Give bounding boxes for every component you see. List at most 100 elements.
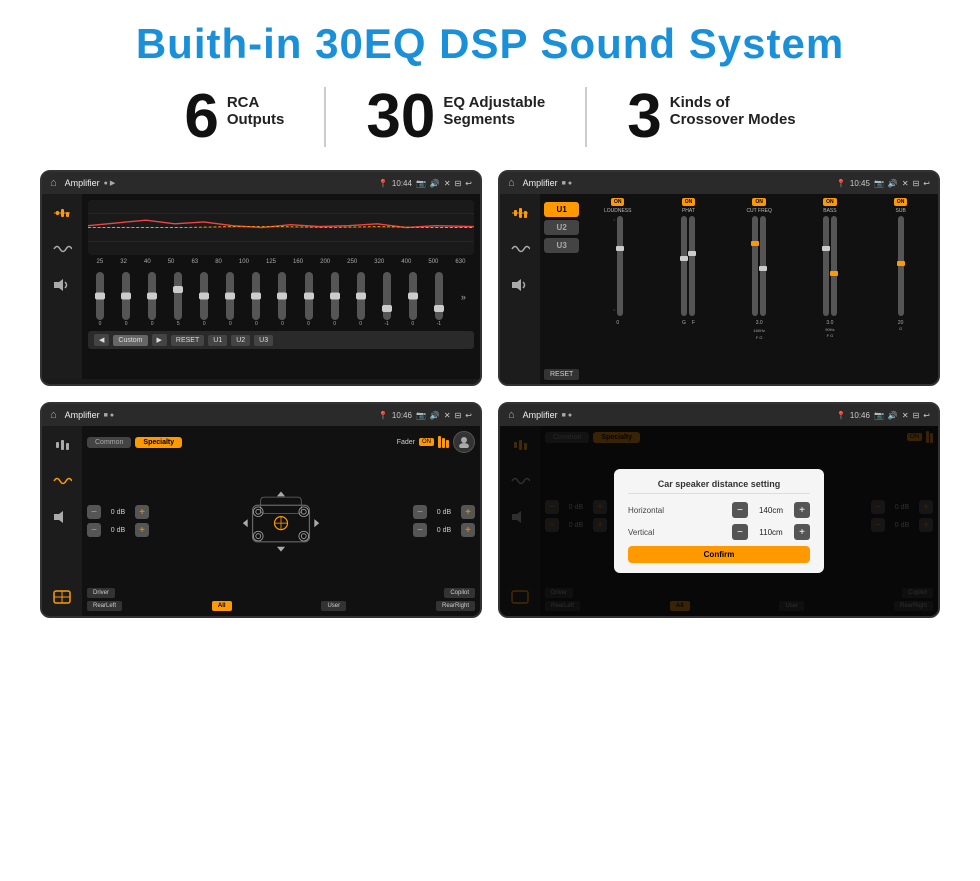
loudness-track[interactable]: [617, 216, 623, 316]
screen-content-3: Common Specialty Fader ON: [42, 426, 480, 616]
u1-btn[interactable]: U1: [208, 335, 227, 346]
slider-2[interactable]: 0: [122, 272, 130, 327]
specialty-tab[interactable]: Specialty: [135, 437, 182, 448]
play-btn[interactable]: ▶: [152, 334, 167, 346]
vol-plus-4[interactable]: +: [461, 523, 475, 537]
eq-icon[interactable]: [48, 202, 76, 224]
bass-on[interactable]: ON: [823, 198, 837, 206]
sub-thumb-1[interactable]: [897, 261, 905, 266]
u1-preset[interactable]: U1: [544, 202, 579, 217]
rearright-btn[interactable]: RearRight: [436, 601, 475, 611]
status-right-1: 📍 10:44 📷 🔊 ✕ ⊟ ↩: [378, 179, 472, 188]
vertical-minus[interactable]: −: [732, 524, 748, 540]
reset-btn-2[interactable]: RESET: [544, 369, 579, 380]
cutfreq-track-2[interactable]: [760, 216, 766, 316]
person-icon[interactable]: [453, 431, 475, 453]
eq-icon-2[interactable]: [506, 202, 534, 224]
speaker-icon-2[interactable]: [506, 274, 534, 296]
vol-minus-4[interactable]: −: [413, 523, 427, 537]
common-tab[interactable]: Common: [87, 437, 131, 448]
loudness-on[interactable]: ON: [611, 198, 625, 206]
fader-top: Common Specialty Fader ON: [87, 431, 475, 453]
vertical-plus[interactable]: +: [794, 524, 810, 540]
stat-rca-line1: RCA: [227, 94, 285, 111]
phat-on[interactable]: ON: [682, 198, 696, 206]
slider-1[interactable]: 0: [96, 272, 104, 327]
u3-preset[interactable]: U3: [544, 238, 579, 253]
slider-8[interactable]: 0: [278, 272, 286, 327]
vol-plus-1[interactable]: +: [135, 505, 149, 519]
phat-track-2[interactable]: [689, 216, 695, 316]
time-3: 10:46: [392, 411, 412, 420]
fader-content: − 0 dB + − 0 dB +: [87, 458, 475, 584]
phat-track-1[interactable]: [681, 216, 687, 316]
cutfreq-thumb-1[interactable]: [751, 241, 759, 246]
stat-crossover-number: 3: [627, 86, 661, 148]
u3-btn[interactable]: U3: [254, 335, 273, 346]
prev-btn[interactable]: ◀: [94, 334, 109, 346]
user-btn[interactable]: User: [321, 601, 346, 611]
app-title-3: Amplifier: [65, 410, 100, 420]
cutfreq-thumb-2[interactable]: [759, 266, 767, 271]
phat-thumb-2[interactable]: [688, 251, 696, 256]
stat-crossover: 3 Kinds of Crossover Modes: [587, 86, 835, 148]
rearleft-btn[interactable]: RearLeft: [87, 601, 122, 611]
wave-icon-2[interactable]: [506, 238, 534, 260]
slider-6[interactable]: 0: [226, 272, 234, 327]
slider-13[interactable]: 0: [409, 272, 417, 327]
vol-plus-3[interactable]: +: [461, 505, 475, 519]
vol-minus-1[interactable]: −: [87, 505, 101, 519]
freq-160: 160: [293, 259, 303, 265]
main-area-1: 25 32 40 50 63 80 100 125 160 200 250 32…: [82, 194, 480, 379]
cutfreq-sliders: [752, 216, 766, 316]
slider-5[interactable]: 0: [200, 272, 208, 327]
sub-track-1[interactable]: [898, 216, 904, 316]
copilot-btn[interactable]: Copilot: [444, 588, 475, 598]
bass-track-1[interactable]: [823, 216, 829, 316]
vol-minus-2[interactable]: −: [87, 523, 101, 537]
reset-btn[interactable]: RESET: [171, 335, 204, 346]
ch-phat: ON PHAT GF: [655, 198, 722, 380]
sub-on[interactable]: ON: [894, 198, 908, 206]
vol-icon-2: 🔊: [888, 179, 898, 188]
loudness-thumb[interactable]: [616, 246, 624, 251]
screen-4: ⌂ Amplifier ■ ● 📍 10:46 📷 🔊 ✕ ⊟ ↩: [498, 402, 940, 618]
bass-thumb-2[interactable]: [830, 271, 838, 276]
speaker-icon-3[interactable]: [48, 506, 76, 528]
stat-crossover-label: Kinds of Crossover Modes: [670, 86, 796, 128]
wave-icon[interactable]: [48, 238, 76, 260]
confirm-button[interactable]: Confirm: [628, 546, 810, 563]
wave-icon-3[interactable]: [48, 470, 76, 492]
vol-plus-2[interactable]: +: [135, 523, 149, 537]
bass-track-2[interactable]: [831, 216, 837, 316]
bass-thumb-1[interactable]: [822, 246, 830, 251]
slider-4[interactable]: 5: [174, 272, 182, 327]
horizontal-control: − 140cm +: [732, 502, 810, 518]
slider-9[interactable]: 0: [305, 272, 313, 327]
driver-btn[interactable]: Driver: [87, 588, 115, 598]
vol-icon-1: 🔊: [430, 179, 440, 188]
horizontal-minus[interactable]: −: [732, 502, 748, 518]
speaker-icon[interactable]: [48, 274, 76, 296]
resize-icon-3[interactable]: [48, 586, 76, 608]
slider-12[interactable]: -1: [383, 272, 391, 327]
app-title-2: Amplifier: [523, 178, 558, 188]
phat-thumb-1[interactable]: [680, 256, 688, 261]
more-icon[interactable]: »: [461, 292, 466, 302]
cutfreq-track-1[interactable]: [752, 216, 758, 316]
slider-10[interactable]: 0: [331, 272, 339, 327]
horizontal-plus[interactable]: +: [794, 502, 810, 518]
slider-3[interactable]: 0: [148, 272, 156, 327]
u2-btn[interactable]: U2: [231, 335, 250, 346]
cutfreq-on[interactable]: ON: [752, 198, 766, 206]
fader-on[interactable]: ON: [419, 438, 434, 446]
custom-btn[interactable]: Custom: [113, 335, 147, 346]
slider-14[interactable]: -1: [435, 272, 443, 327]
vol-minus-3[interactable]: −: [413, 505, 427, 519]
slider-11[interactable]: 0: [357, 272, 365, 327]
eq-icon-3[interactable]: [48, 434, 76, 456]
u2-preset[interactable]: U2: [544, 220, 579, 235]
side-icons-2: [500, 194, 540, 384]
all-btn[interactable]: All: [212, 601, 232, 611]
slider-7[interactable]: 0: [252, 272, 260, 327]
